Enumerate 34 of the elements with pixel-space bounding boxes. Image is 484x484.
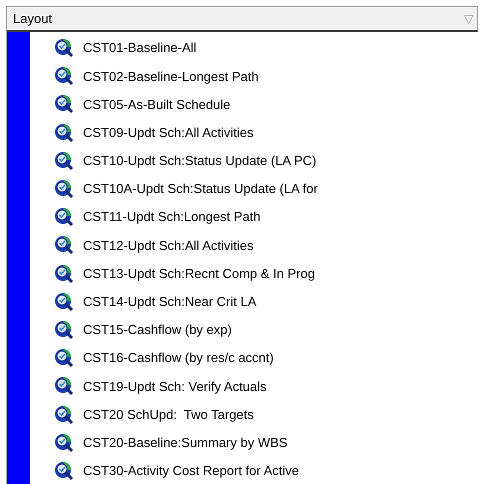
column-header[interactable]: Layout ▽ [7, 7, 478, 32]
layout-name[interactable]: CST15-Cashflow (by exp) [83, 320, 232, 340]
magnifier-globe-icon [54, 150, 74, 171]
layout-name[interactable]: CST12-Updt Sch:All Activities [83, 236, 254, 256]
magnifier-globe-icon [54, 460, 74, 481]
layout-name[interactable]: CST10-Updt Sch:Status Update (LA PC) [83, 151, 316, 171]
layout-name[interactable]: CST14-Updt Sch:Near Crit LA [83, 292, 256, 312]
magnifier-globe-icon [54, 348, 74, 368]
magnifier-globe-icon [54, 66, 74, 86]
layout-name[interactable]: CST01-Baseline-All [83, 38, 196, 58]
layout-name[interactable]: CST19-Updt Sch: Verify Actuals [83, 376, 267, 396]
layout-name[interactable]: CST30-Activity Cost Report for Active [83, 461, 300, 481]
column-title: Layout [13, 10, 52, 28]
magnifier-globe-icon [54, 179, 74, 200]
magnifier-globe-icon [54, 122, 74, 143]
layout-name[interactable]: CST05-As-Built Schedule [83, 94, 230, 114]
layout-name[interactable]: CST02-Baseline-Longest Path [83, 66, 259, 86]
magnifier-globe-icon [54, 404, 74, 425]
magnifier-globe-icon [54, 292, 74, 312]
layout-name[interactable]: CST11-Updt Sch:Longest Path [83, 207, 261, 227]
magnifier-globe-icon [54, 320, 74, 340]
magnifier-globe-icon [54, 376, 74, 396]
layout-name[interactable]: CST09-Updt Sch:All Activities [83, 122, 254, 142]
magnifier-globe-icon [54, 94, 74, 114]
magnifier-globe-icon [54, 235, 74, 256]
layout-name[interactable]: CST13-Updt Sch:Recnt Comp & In Prog [83, 264, 315, 284]
layout-name[interactable]: CST20-Baseline:Summary by WBS [83, 432, 288, 452]
layout-name[interactable]: CST10A-Updt Sch:Status Update (LA for [83, 179, 318, 199]
magnifier-globe-icon [54, 207, 74, 228]
magnifier-globe-icon [54, 264, 74, 284]
layout-name[interactable]: CST16-Cashflow (by res/c accnt) [83, 348, 274, 368]
layout-name[interactable]: CST20 SchUpd: Two Targets [83, 404, 254, 424]
magnifier-globe-icon [54, 432, 74, 453]
magnifier-globe-icon [54, 38, 74, 58]
